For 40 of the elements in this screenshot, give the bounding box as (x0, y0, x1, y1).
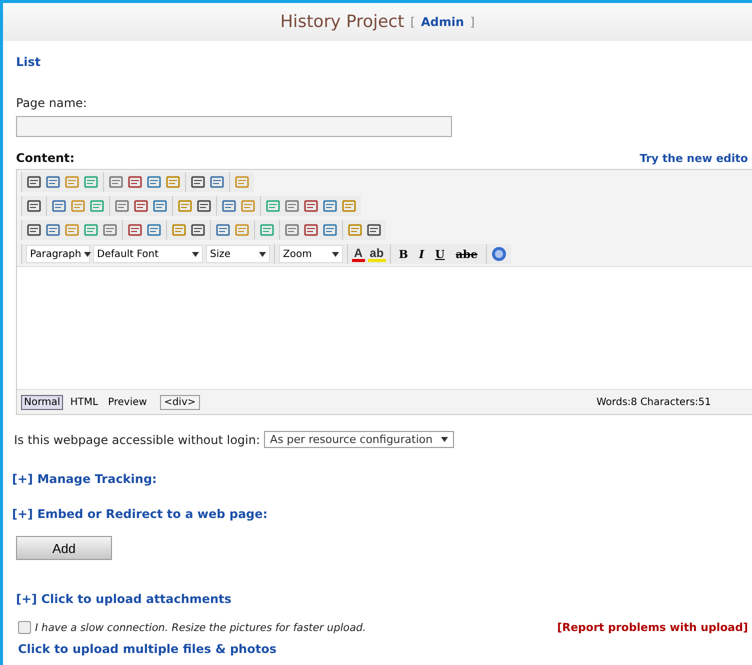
toolbar-dropdown[interactable]: Default Font (93, 245, 203, 263)
list-link[interactable]: List (16, 55, 41, 69)
access-label: Is this webpage accessible without login: (14, 432, 260, 446)
caret-icon[interactable] (440, 437, 448, 442)
help-icon[interactable] (490, 246, 507, 262)
access-select[interactable]: As per resource configuration (264, 431, 454, 448)
mode-tab[interactable]: HTML (67, 394, 102, 410)
tag-path[interactable]: <div> (160, 394, 200, 410)
word-count: Words:8 Characters:51 (596, 396, 711, 408)
page-name-label: Page name: (16, 96, 87, 110)
format-button[interactable]: U (431, 248, 449, 260)
new-editor-link[interactable]: Try the new edito (640, 152, 748, 164)
content-label: Content: (16, 151, 75, 165)
color-button[interactable]: A (352, 246, 365, 262)
project-title: History Project (280, 12, 404, 32)
toolbar-dropdown[interactable]: Paragraph (26, 245, 90, 263)
multi-upload-link[interactable]: Click to upload multiple files & photos (18, 642, 276, 656)
slow-connection-label: I have a slow connection. Resize the pictures for faster upload. (35, 622, 366, 634)
report-problems-link[interactable]: [Report problems with upload] (557, 621, 748, 634)
admin-link[interactable]: Admin (421, 15, 464, 29)
upload-attachments-link[interactable]: [+] Click to upload attachments (16, 592, 232, 606)
page-name-field[interactable] (16, 116, 452, 137)
caret-icon[interactable] (192, 252, 199, 256)
expand-section-link[interactable]: [+] Manage Tracking: (12, 472, 157, 486)
toolbar-dropdown[interactable]: Size (206, 245, 270, 263)
caret-icon[interactable] (259, 252, 266, 256)
caret-icon[interactable] (84, 252, 92, 256)
bracket: ] (470, 15, 475, 29)
format-button[interactable]: I (415, 248, 428, 260)
mode-tab[interactable]: Normal (21, 394, 64, 410)
checkbox[interactable] (18, 621, 31, 634)
format-button[interactable]: abe (452, 248, 482, 260)
bracket: [ (410, 15, 415, 29)
format-button[interactable]: B (394, 248, 412, 260)
toolbar-dropdown[interactable]: Zoom (279, 245, 343, 263)
mode-tab[interactable]: Preview (105, 394, 150, 410)
color-button[interactable]: ab (368, 246, 386, 262)
add-button[interactable]: Add (16, 536, 112, 560)
expand-section-link[interactable]: [+] Embed or Redirect to a web page: (12, 507, 268, 521)
caret-icon[interactable] (332, 252, 339, 256)
